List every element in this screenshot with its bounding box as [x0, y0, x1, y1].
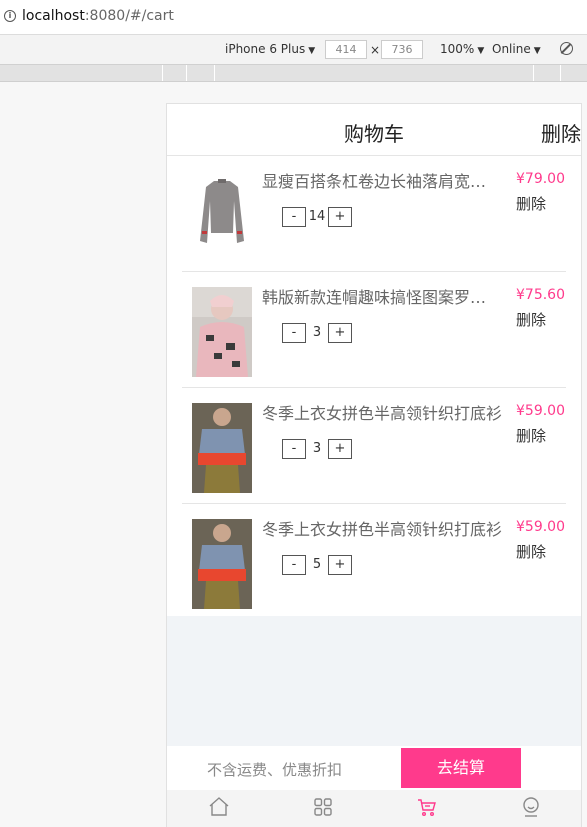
product-image[interactable]: [192, 171, 252, 261]
dropdown-arrow-icon: ▼: [308, 46, 316, 56]
delete-all-button[interactable]: 删除: [541, 118, 581, 147]
no-touch-icon[interactable]: [560, 42, 573, 55]
product-image[interactable]: [192, 287, 252, 377]
network-select[interactable]: Online ▼: [492, 42, 541, 56]
product-price: ¥59.00: [516, 403, 565, 419]
product-image[interactable]: [192, 519, 252, 609]
increase-button[interactable]: +: [328, 555, 352, 575]
cart-item: 韩版新款连帽趣味搞怪图案罗纹卫衣 - 3 + ¥75.60 删除: [182, 272, 566, 388]
decrease-button[interactable]: -: [282, 555, 306, 575]
cart-icon[interactable]: [415, 795, 439, 819]
width-input[interactable]: 414: [325, 40, 367, 59]
dimension-separator: ×: [370, 43, 381, 57]
url-host: localhost: [22, 8, 85, 24]
product-price: ¥75.60: [516, 287, 565, 303]
cart-item: 显瘦百搭条杠卷边长袖落肩宽松打底衫 - 14 + ¥79.00 删除: [182, 156, 566, 272]
home-icon[interactable]: [207, 795, 231, 819]
info-icon[interactable]: i: [4, 10, 16, 22]
quantity-value[interactable]: 3: [306, 323, 328, 343]
empty-area: [167, 616, 581, 746]
page-title: 购物车: [344, 122, 404, 146]
device-toolbar: iPhone 6 Plus ▼ 414 × 736 100% ▼ Online ▼: [0, 35, 587, 65]
delete-item-button[interactable]: 删除: [516, 425, 546, 446]
increase-button[interactable]: +: [328, 439, 352, 459]
quantity-value[interactable]: 14: [306, 207, 328, 227]
cart-header: 购物车 删除: [167, 104, 581, 156]
increase-button[interactable]: +: [328, 323, 352, 343]
decrease-button[interactable]: -: [282, 439, 306, 459]
ruler-segment[interactable]: [214, 65, 215, 81]
product-price: ¥79.00: [516, 171, 565, 187]
ruler-segment[interactable]: [186, 65, 187, 81]
url-rest: :8080/#/cart: [84, 8, 174, 24]
increase-button[interactable]: +: [328, 207, 352, 227]
zoom-value: 100%: [440, 42, 475, 56]
height-input[interactable]: 736: [381, 40, 423, 59]
cart-item: 冬季上衣女拼色半高领针织打底衫 - 5 + ¥59.00 删除: [182, 504, 566, 620]
delete-item-button[interactable]: 删除: [516, 541, 546, 562]
delete-item-button[interactable]: 删除: [516, 193, 546, 214]
device-viewport: 购物车 删除 显瘦百搭条杠卷边长袖落肩宽松打底衫 - 14 + ¥79.00: [166, 103, 582, 827]
media-query-ruler: [0, 65, 587, 82]
ruler-segment[interactable]: [162, 65, 163, 81]
zoom-select[interactable]: 100% ▼: [440, 42, 484, 56]
product-name[interactable]: 冬季上衣女拼色半高领针织打底衫: [262, 516, 502, 540]
cart-item: 冬季上衣女拼色半高领针织打底衫 - 3 + ¥59.00 删除: [182, 388, 566, 504]
quantity-value[interactable]: 3: [306, 439, 328, 459]
network-value: Online: [492, 42, 531, 56]
checkout-bar: 不含运费、优惠折扣 去结算: [167, 746, 581, 790]
dropdown-arrow-icon: ▼: [533, 46, 541, 56]
cart-list: 显瘦百搭条杠卷边长袖落肩宽松打底衫 - 14 + ¥79.00 删除: [167, 156, 581, 620]
browser-address-bar[interactable]: i localhost:8080/#/cart: [0, 0, 587, 35]
product-image[interactable]: [192, 403, 252, 493]
product-price: ¥59.00: [516, 519, 565, 535]
shipping-note: 不含运费、优惠折扣: [207, 761, 343, 779]
bottom-tab-bar: [167, 790, 581, 827]
url-text[interactable]: localhost:8080/#/cart: [22, 8, 174, 24]
ruler-segment[interactable]: [533, 65, 534, 81]
product-name[interactable]: 显瘦百搭条杠卷边长袖落肩宽松打底衫: [262, 168, 502, 192]
product-name[interactable]: 韩版新款连帽趣味搞怪图案罗纹卫衣: [262, 284, 502, 308]
device-name: iPhone 6 Plus: [225, 42, 306, 56]
checkout-button[interactable]: 去结算: [401, 748, 521, 788]
decrease-button[interactable]: -: [282, 323, 306, 343]
ruler-segment[interactable]: [560, 65, 561, 81]
device-select[interactable]: iPhone 6 Plus ▼: [225, 42, 315, 56]
delete-item-button[interactable]: 删除: [516, 309, 546, 330]
dropdown-arrow-icon: ▼: [477, 46, 485, 56]
user-icon[interactable]: [519, 795, 543, 819]
decrease-button[interactable]: -: [282, 207, 306, 227]
category-icon[interactable]: [311, 795, 335, 819]
quantity-value[interactable]: 5: [306, 555, 328, 575]
product-name[interactable]: 冬季上衣女拼色半高领针织打底衫: [262, 400, 502, 424]
